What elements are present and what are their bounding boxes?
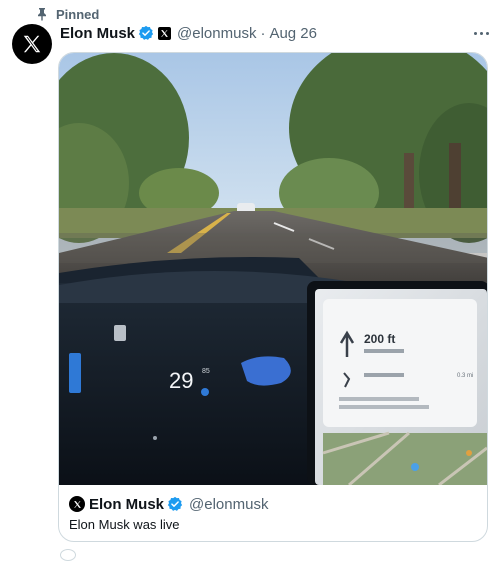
video-thumbnail[interactable]: 29 85 200 ft 0.3 mi (59, 53, 487, 485)
more-options-button[interactable] (470, 24, 492, 42)
affiliation-badge-icon[interactable] (158, 26, 172, 40)
pinned-indicator: Pinned (36, 6, 99, 22)
author-avatar[interactable] (12, 24, 52, 64)
timestamp[interactable]: Aug 26 (269, 25, 317, 42)
speed-limit-readout: 85 (202, 368, 210, 375)
speed-readout: 29 (169, 368, 193, 393)
pinned-label: Pinned (56, 6, 100, 22)
more-dot-icon (473, 31, 477, 35)
author-name[interactable]: Elon Musk (60, 25, 135, 42)
reply-icon[interactable] (60, 549, 76, 561)
verified-badge-icon (138, 25, 154, 40)
driving-video-frame: 29 85 200 ft 0.3 mi (59, 53, 487, 485)
x-logo-icon (73, 500, 81, 508)
more-dot-icon (479, 31, 483, 35)
x-logo-small-icon (161, 29, 168, 37)
quoted-author-avatar[interactable] (69, 496, 85, 512)
quoted-author-name[interactable]: Elon Musk (89, 496, 164, 513)
author-handle[interactable]: @elonmusk (177, 25, 256, 42)
x-logo-icon (23, 35, 41, 53)
separator-dot: · (260, 24, 266, 42)
quoted-author-handle[interactable]: @elonmusk (189, 496, 268, 513)
quoted-post-card[interactable]: 29 85 200 ft 0.3 mi Elon Musk @elonmusk … (58, 52, 488, 542)
quoted-post-header: Elon Musk @elonmusk (69, 494, 268, 514)
verified-badge-icon (167, 496, 183, 511)
tweet-header: Elon Musk @elonmusk · Aug 26 (60, 23, 317, 43)
nav-distance: 200 ft (364, 332, 395, 346)
quoted-post-text: Elon Musk was live (69, 517, 180, 532)
more-dot-icon (485, 31, 489, 35)
pin-icon (38, 8, 46, 21)
nav-distance-secondary: 0.3 mi (457, 373, 473, 379)
